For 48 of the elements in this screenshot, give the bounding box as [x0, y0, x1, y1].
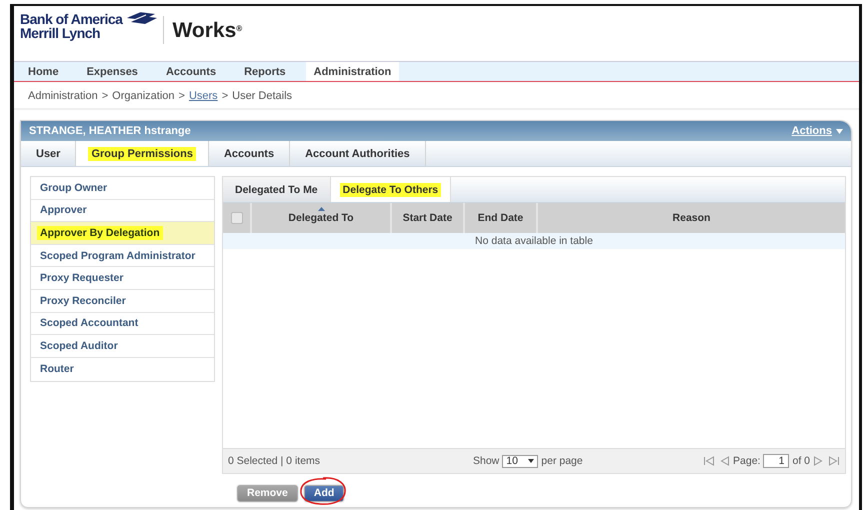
breadcrumb-separator: >	[178, 90, 185, 102]
group-item[interactable]: Scoped Auditor	[31, 335, 214, 358]
per-page-label: per page	[541, 455, 583, 467]
action-button[interactable]: Add	[304, 484, 344, 502]
breadcrumb-item: Organization	[112, 90, 175, 102]
logo-text: Merrill Lynch	[20, 26, 102, 40]
previous-page-icon[interactable]	[718, 456, 730, 466]
page-input[interactable]: 1	[763, 454, 790, 468]
group-item[interactable]: Approver By Delegation	[31, 222, 214, 245]
flag-icon	[125, 12, 158, 26]
page-total: of 0	[792, 455, 810, 467]
breadcrumb-link[interactable]: Users	[188, 90, 218, 102]
page-label: Page:	[733, 455, 760, 467]
group-item[interactable]: Group Owner	[31, 177, 214, 200]
caret-icon	[836, 128, 843, 134]
column-header[interactable]: Start Date	[402, 212, 452, 224]
tab[interactable]: Group Permissions	[76, 141, 209, 166]
show-label: Show	[473, 455, 500, 467]
next-page-icon[interactable]	[813, 456, 825, 466]
group-item[interactable]: Proxy Reconciler	[31, 290, 214, 313]
group-item[interactable]: Scoped Program Administrator	[31, 244, 214, 268]
nav-tab[interactable]: Administration	[306, 62, 400, 81]
product-name: Works$^{®}$	[172, 20, 242, 42]
panel-title: STRANGE, HEATHER hstrange	[29, 125, 191, 137]
tab[interactable]: Delegate To Others	[330, 177, 452, 202]
nav-tab[interactable]: Accounts	[152, 62, 230, 81]
last-page-icon[interactable]	[828, 456, 840, 466]
tab[interactable]: Delegated To Me	[223, 177, 331, 202]
breadcrumb-item: Administration	[28, 90, 98, 102]
group-item[interactable]: Proxy Requester	[31, 267, 214, 290]
group-item[interactable]: Router	[31, 358, 214, 380]
checkbox[interactable]	[230, 212, 242, 224]
column-header[interactable]: Reason	[672, 212, 710, 224]
caret-icon	[528, 459, 534, 463]
breadcrumb-separator: >	[102, 90, 108, 102]
group-item[interactable]: Scoped Accountant	[31, 312, 214, 336]
first-page-icon[interactable]	[703, 456, 716, 466]
breadcrumb-item: User Details	[232, 90, 292, 102]
page-size-select[interactable]: 10	[502, 454, 538, 468]
nav-tab[interactable]: Reports	[230, 62, 300, 81]
logo-text: Bank of America	[20, 12, 122, 26]
breadcrumb-separator: >	[222, 90, 228, 102]
empty-message: No data available in table	[475, 235, 593, 247]
nav-tab[interactable]: Home	[14, 62, 73, 81]
nav-tab[interactable]: Expenses	[72, 62, 152, 81]
column-header[interactable]: Delegated To	[288, 212, 354, 224]
column-header[interactable]: End Date	[478, 212, 524, 224]
selection-count: 0 Selected | 0 items	[228, 455, 322, 467]
